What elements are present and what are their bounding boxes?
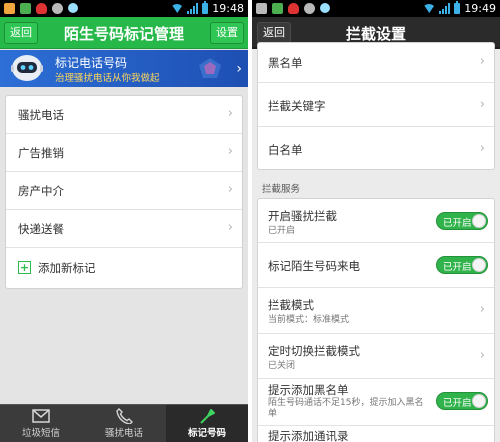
toggle-label: 已开启 [443,398,472,409]
right-screen: 19:49 返回 拦截设置 黑名单 › 拦截关键字 › 白名单 › 拦截服务 开… [252,0,500,442]
decoration-icon [199,58,221,78]
add-new-mark-label: 添加新标记 [38,261,96,275]
app-notification-icon [20,3,31,14]
prompt-add-blacklist-toggle[interactable]: 已开启 [436,392,488,410]
list-item-label: 提示添加黑名单 [268,383,349,397]
left-screen: 19:48 返回 陌生号码标记管理 设置 标记电话号码 治理骚扰电话从你我做起 … [0,0,248,442]
list-item-label: 标记陌生号码来电 [268,259,360,273]
list-item[interactable]: 广告推销 › [6,134,242,172]
bottom-nav: 垃圾短信 骚扰电话 标记号码 [0,404,248,442]
wifi-icon [423,4,436,13]
shield-icon [288,3,299,14]
chevron-right-icon: › [227,106,233,121]
whitelist-item[interactable]: 白名单 › [258,127,494,169]
toggle-knob [472,394,486,408]
list-item-status: 已关闭 [268,361,296,371]
chevron-right-icon: › [227,220,233,235]
block-service-card: 开启骚扰拦截 已开启 已开启 标记陌生号码来电 已开启 拦截模式 当前模式：标准… [257,198,495,442]
status-bar: 19:49 [252,0,500,17]
list-item-label: 白名单 [268,143,303,157]
signal-icon [439,3,451,14]
block-keywords-item[interactable]: 拦截关键字 › [258,83,494,127]
android-icon [68,3,78,13]
list-item[interactable]: 快递送餐 › [6,210,242,248]
settings-button[interactable]: 设置 [210,22,244,44]
banner-title: 标记电话号码 [55,56,128,70]
toggle-label: 已开启 [443,218,472,229]
list-item[interactable]: 房产中介 › [6,172,242,210]
banner-subtitle: 治理骚扰电话从你我做起 [55,73,160,84]
battery-icon [454,1,461,14]
add-new-mark-button[interactable]: + 添加新标记 [6,249,242,287]
list-item-label: 广告推销 [18,146,64,160]
chevron-right-icon: › [479,302,485,317]
list-item-label: 拦截模式 [268,298,314,312]
chevron-right-icon: › [479,54,485,69]
app-notification-icon [4,3,15,14]
shield-icon [36,3,47,14]
list-item-label: 快递送餐 [18,222,64,236]
tab-marked-numbers[interactable]: 标记号码 [166,405,248,442]
enable-blocking-toggle[interactable]: 已开启 [436,212,488,230]
blacklist-item[interactable]: 黑名单 › [258,43,494,83]
tab-label: 骚扰电话 [104,428,143,439]
list-item-label: 拦截关键字 [268,99,326,113]
app-notification-icon [272,3,283,14]
mark-category-list: 骚扰电话 › 广告推销 › 房产中介 › 快递送餐 › + 添加新标记 [5,95,243,289]
mail-icon [32,409,50,423]
signal-icon [187,3,199,14]
prompt-add-blacklist-item[interactable]: 提示添加黑名单 陌生号码通话不足15秒，提示加入黑名单 已开启 [258,379,494,426]
list-item-label: 房产中介 [18,184,64,198]
list-item-description: 陌生号码通话不足15秒，提示加入黑名单 [268,398,424,419]
toggle-knob [472,214,486,228]
status-time: 19:49 [464,2,496,15]
status-bar: 19:48 [0,0,248,17]
robot-icon [11,55,43,81]
list-item-status: 当前模式：标准模式 [268,315,350,325]
list-item-label: 定时切换拦截模式 [268,344,360,358]
phone-icon [116,408,133,424]
status-time: 19:48 [212,2,244,15]
chevron-right-icon: › [479,141,485,156]
tab-spam-sms[interactable]: 垃圾短信 [0,405,82,442]
battery-icon [202,1,209,14]
chevron-right-icon: › [236,61,242,77]
header-bar: 返回 陌生号码标记管理 设置 [0,17,248,49]
android-icon [320,3,330,13]
tab-label: 标记号码 [187,428,226,439]
list-item-label: 骚扰电话 [18,108,64,122]
mark-stranger-calls-toggle[interactable]: 已开启 [436,256,488,274]
section-title: 拦截服务 [262,184,301,195]
scheduled-mode-switch-item[interactable]: 定时切换拦截模式 已关闭 › [258,334,494,379]
toggle-knob [472,258,486,272]
mark-stranger-calls-item[interactable]: 标记陌生号码来电 已开启 [258,243,494,288]
tab-label: 垃圾短信 [21,428,60,439]
plus-icon: + [18,261,31,274]
wifi-icon [171,4,184,13]
chevron-right-icon: › [227,144,233,159]
list-management-card: 黑名单 › 拦截关键字 › 白名单 › [257,42,495,170]
tab-harassing-calls[interactable]: 骚扰电话 [83,405,165,442]
tag-icon [200,409,215,424]
list-item-label: 黑名单 [268,56,303,70]
enable-blocking-item[interactable]: 开启骚扰拦截 已开启 已开启 [258,199,494,243]
chevron-right-icon: › [479,348,485,363]
settings-icon [52,3,63,14]
chevron-right-icon: › [479,97,485,112]
page-title: 拦截设置 [345,25,406,43]
block-mode-item[interactable]: 拦截模式 当前模式：标准模式 › [258,288,494,334]
image-icon [256,3,267,14]
settings-icon [304,3,315,14]
chevron-right-icon: › [227,182,233,197]
prompt-add-contacts-item[interactable]: 提示添加通讯录 [258,426,494,442]
list-item[interactable]: 骚扰电话 › [6,96,242,134]
list-item-status: 已开启 [268,226,296,236]
list-item-label: 开启骚扰拦截 [268,209,337,223]
list-item-label: 提示添加通讯录 [268,429,349,442]
toggle-label: 已开启 [443,262,472,273]
mark-number-banner[interactable]: 标记电话号码 治理骚扰电话从你我做起 › [0,50,248,87]
